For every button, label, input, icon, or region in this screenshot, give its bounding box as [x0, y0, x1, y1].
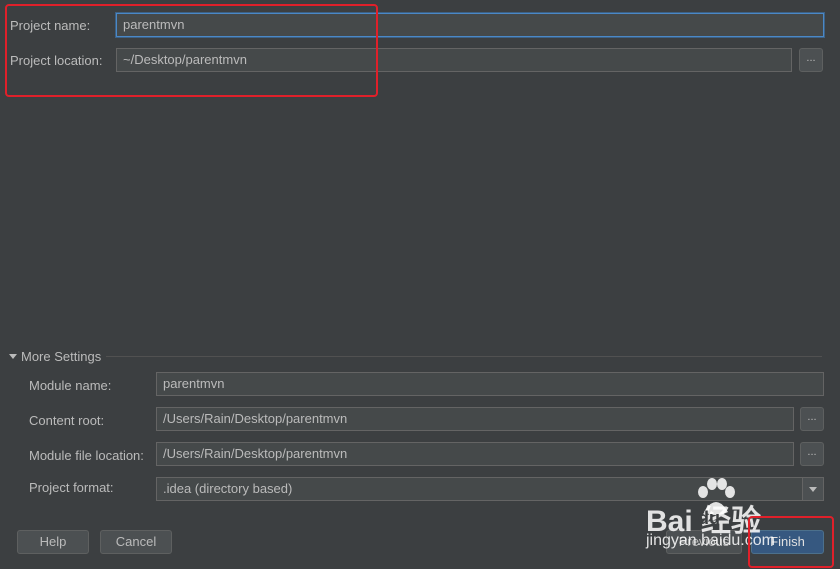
module-name-input[interactable]: parentmvn	[156, 372, 824, 396]
chevron-down-icon[interactable]	[802, 478, 823, 500]
cancel-button[interactable]: Cancel	[100, 530, 172, 554]
content-root-label: Content root:	[29, 413, 105, 428]
project-format-label: Project format:	[29, 480, 114, 495]
module-file-location-label: Module file location:	[29, 448, 144, 463]
project-location-browse-button[interactable]: ...	[799, 48, 823, 72]
content-root-browse-button[interactable]: ...	[800, 407, 824, 431]
section-divider	[106, 356, 822, 357]
annotation-box-project	[5, 4, 378, 97]
triangle-down-icon	[9, 354, 17, 359]
content-root-input[interactable]: /Users/Rain/Desktop/parentmvn	[156, 407, 794, 431]
module-file-location-input[interactable]: /Users/Rain/Desktop/parentmvn	[156, 442, 794, 466]
annotation-box-finish	[748, 516, 834, 568]
help-button[interactable]: Help	[17, 530, 89, 554]
module-file-location-browse-button[interactable]: ...	[800, 442, 824, 466]
baidu-brand-du: du	[698, 508, 720, 528]
more-settings-header: More Settings	[21, 349, 102, 364]
module-name-label: Module name:	[29, 378, 112, 393]
project-format-value: .idea (directory based)	[163, 481, 293, 496]
